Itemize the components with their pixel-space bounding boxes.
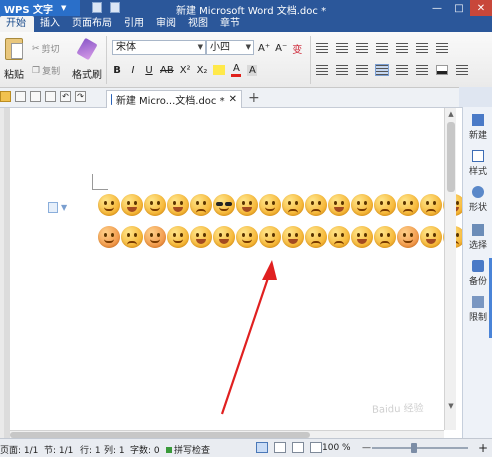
arrow-shaft — [220, 271, 272, 415]
arrow-head — [262, 260, 277, 280]
red-arrow-annotation — [220, 260, 277, 415]
